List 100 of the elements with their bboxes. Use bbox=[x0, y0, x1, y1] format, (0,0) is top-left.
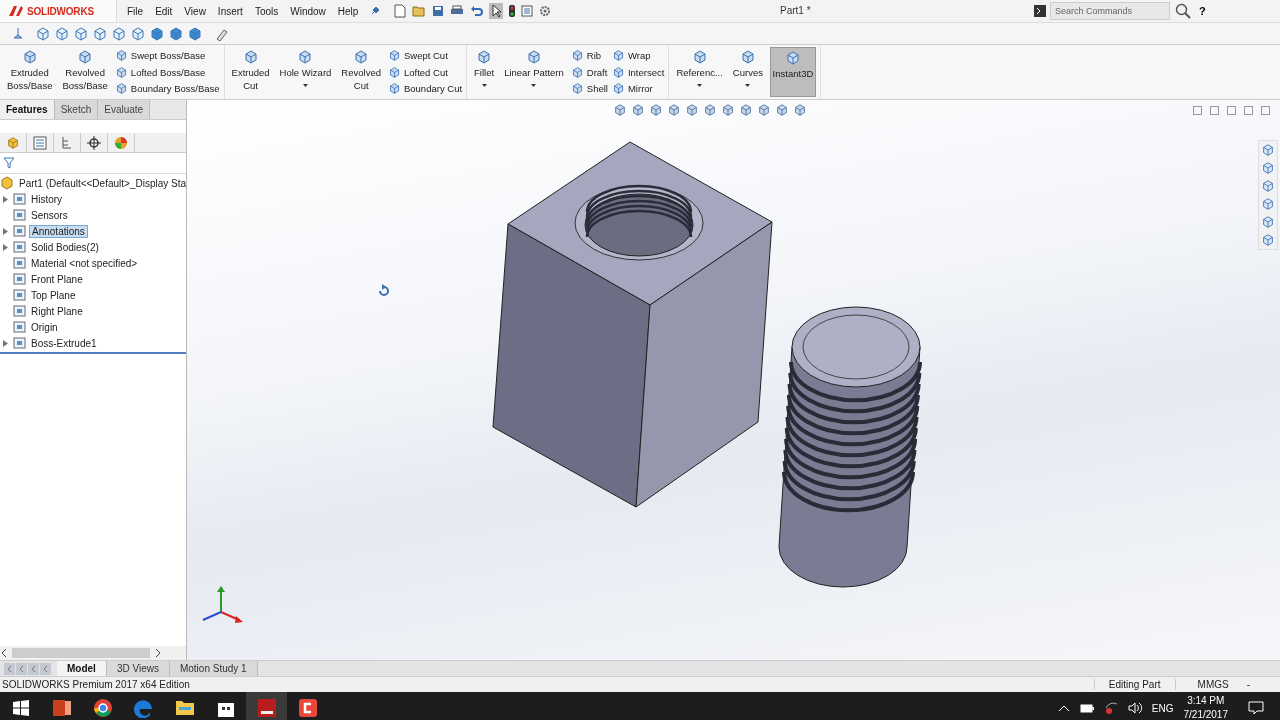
view-cube-icon[interactable] bbox=[187, 25, 203, 42]
select-pointer-icon[interactable] bbox=[489, 3, 504, 19]
pin-icon[interactable] bbox=[370, 6, 381, 16]
ribbon-button[interactable]: Extruded Boss/Base bbox=[4, 47, 56, 97]
menu-item[interactable]: Window bbox=[284, 5, 332, 17]
battery-icon[interactable] bbox=[1079, 703, 1094, 713]
menu-item[interactable]: Edit bbox=[149, 5, 179, 17]
crosshair-icon[interactable] bbox=[87, 135, 101, 150]
ribbon-button[interactable]: Intersect bbox=[611, 65, 665, 79]
ribbon-button[interactable]: Rib bbox=[570, 49, 608, 62]
ribbon-button[interactable]: Linear Pattern bbox=[501, 47, 567, 97]
ribbon-button[interactable]: Mirror bbox=[611, 82, 665, 95]
wifi-off-icon[interactable] bbox=[1103, 702, 1118, 714]
ribbon-button[interactable]: Shell bbox=[570, 82, 608, 95]
ribbon-button[interactable]: Hole Wizard bbox=[276, 47, 335, 97]
model-tab[interactable]: Motion Study 1 bbox=[169, 661, 258, 676]
search-icon[interactable] bbox=[1175, 3, 1191, 19]
ribbon-button[interactable]: Curves bbox=[729, 47, 766, 97]
ribbon-button[interactable]: Revolved Boss/Base bbox=[59, 47, 111, 97]
clock-date[interactable]: 7/21/2017 bbox=[1183, 708, 1228, 720]
ribbon-button[interactable]: Swept Cut bbox=[387, 49, 463, 62]
appearance-ball-icon[interactable] bbox=[114, 135, 128, 150]
menu-item[interactable]: Help bbox=[331, 5, 365, 17]
new-document-icon[interactable] bbox=[394, 4, 407, 18]
print-icon[interactable] bbox=[450, 5, 465, 17]
expand-arrow-icon[interactable] bbox=[2, 339, 8, 347]
command-tab[interactable]: Sketch bbox=[54, 100, 99, 119]
language-indicator[interactable]: ENG bbox=[1151, 702, 1174, 714]
ribbon-button[interactable]: Boundary Cut bbox=[387, 82, 463, 95]
tree-item[interactable]: Sensors bbox=[29, 209, 70, 221]
ribbon-button[interactable]: Revolved Cut bbox=[338, 47, 384, 97]
view-cube-icon[interactable] bbox=[130, 25, 146, 42]
view-cube-icon[interactable] bbox=[92, 25, 108, 42]
menu-item[interactable]: View bbox=[178, 5, 212, 17]
ribbon-button[interactable]: Instant3D bbox=[769, 47, 816, 97]
ribbon-button[interactable]: Boundary Boss/Base bbox=[114, 82, 220, 95]
scroll-right-icon[interactable] bbox=[154, 649, 162, 657]
ribbon-button[interactable]: Referenc... bbox=[673, 47, 726, 97]
dropdown-caret-icon[interactable] bbox=[303, 84, 308, 87]
help-button[interactable]: ? bbox=[1199, 5, 1206, 17]
menu-item[interactable]: Insert bbox=[211, 5, 249, 17]
menu-item[interactable]: File bbox=[121, 5, 150, 17]
notifications-icon[interactable] bbox=[1248, 701, 1264, 715]
view-cube-icon[interactable] bbox=[35, 25, 51, 42]
view-cube-icon[interactable] bbox=[54, 25, 70, 42]
view-cube-icon[interactable] bbox=[111, 25, 127, 42]
feature-icon bbox=[13, 321, 26, 333]
tree-item[interactable]: Right Plane bbox=[29, 305, 85, 317]
dropdown-caret-icon[interactable] bbox=[745, 84, 751, 87]
windows-logo-icon[interactable] bbox=[12, 700, 29, 716]
ribbon-button[interactable]: Lofted Boss/Base bbox=[114, 65, 220, 79]
dropdown-caret-icon[interactable] bbox=[531, 84, 537, 87]
dropdown-caret-icon[interactable] bbox=[481, 84, 487, 87]
tree-item[interactable]: Top Plane bbox=[29, 289, 78, 301]
expand-arrow-icon[interactable] bbox=[2, 227, 8, 235]
menu-item[interactable]: Tools bbox=[248, 5, 285, 17]
configuration-tree-icon[interactable] bbox=[60, 135, 74, 150]
units-menu[interactable]: - bbox=[1236, 679, 1280, 690]
part-icon[interactable] bbox=[6, 135, 20, 150]
tree-item[interactable]: Origin bbox=[29, 321, 60, 333]
ribbon-button[interactable]: Draft bbox=[570, 65, 608, 79]
save-icon[interactable] bbox=[432, 5, 445, 17]
filter-icon[interactable] bbox=[3, 157, 15, 169]
ribbon-button[interactable]: Fillet bbox=[471, 47, 498, 97]
view-cube-icon[interactable] bbox=[168, 25, 184, 42]
scroll-left-icon[interactable] bbox=[0, 649, 8, 657]
tree-item[interactable]: Material <not specified> bbox=[29, 257, 140, 269]
open-folder-icon[interactable] bbox=[412, 5, 427, 17]
settings-icon[interactable] bbox=[539, 5, 552, 17]
speaker-icon[interactable] bbox=[1127, 702, 1142, 714]
ribbon-button[interactable]: Lofted Cut bbox=[387, 65, 463, 79]
tree-item[interactable]: Part1 (Default<<Default>_Display Sta bbox=[17, 177, 189, 189]
scrollbar-thumb[interactable] bbox=[12, 648, 150, 658]
cad-app-icon[interactable] bbox=[246, 692, 287, 720]
tree-item[interactable]: History bbox=[29, 193, 65, 205]
view-cube-icon[interactable] bbox=[149, 25, 165, 42]
command-prompt-icon[interactable] bbox=[1034, 5, 1046, 17]
ribbon-button[interactable]: Swept Boss/Base bbox=[114, 49, 220, 62]
tree-item[interactable]: Boss-Extrude1 bbox=[29, 337, 99, 349]
expand-arrow-icon[interactable] bbox=[2, 195, 8, 203]
ribbon-button[interactable]: Extruded Cut bbox=[228, 47, 273, 97]
tree-item[interactable]: Annotations bbox=[29, 224, 88, 238]
search-field[interactable]: Search Commands bbox=[1050, 2, 1170, 20]
model-tab[interactable]: Model bbox=[57, 661, 107, 676]
view-cube-icon[interactable] bbox=[73, 25, 89, 42]
expand-arrow-icon[interactable] bbox=[2, 243, 8, 251]
command-tab[interactable]: Features bbox=[0, 100, 55, 119]
model-tab[interactable]: 3D Views bbox=[106, 661, 170, 676]
units-label[interactable]: MMGS bbox=[1175, 679, 1237, 690]
chevron-up-icon[interactable] bbox=[1057, 704, 1070, 712]
traffic-light-icon[interactable] bbox=[509, 5, 516, 17]
property-list-icon[interactable] bbox=[33, 135, 47, 150]
undo-icon[interactable] bbox=[470, 5, 484, 17]
command-tab[interactable]: Evaluate bbox=[98, 100, 151, 119]
clock-time[interactable]: 3:14 PM bbox=[1187, 694, 1225, 708]
file-properties-icon[interactable] bbox=[521, 5, 534, 17]
ribbon-button[interactable]: Wrap bbox=[611, 49, 665, 62]
dropdown-caret-icon[interactable] bbox=[697, 84, 703, 87]
tree-item[interactable]: Solid Bodies(2) bbox=[29, 241, 101, 253]
tree-item[interactable]: Front Plane bbox=[29, 273, 85, 285]
